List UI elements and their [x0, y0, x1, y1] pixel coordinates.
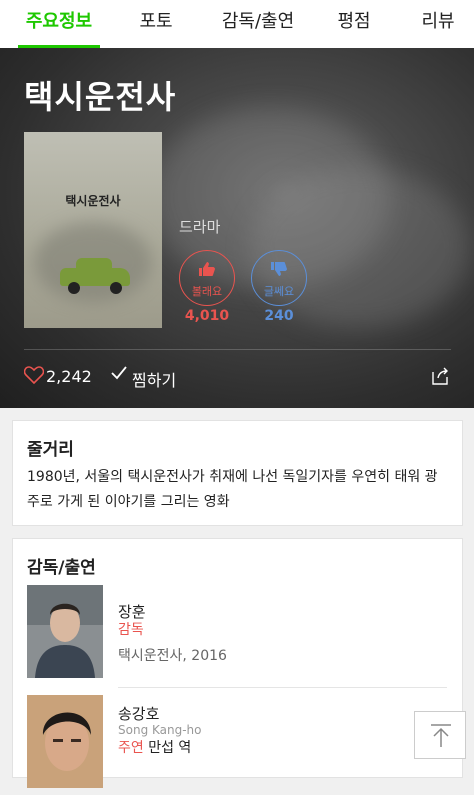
person-meta: 택시운전사, 2016	[118, 648, 227, 664]
director-photo	[27, 585, 103, 678]
scroll-to-top-button[interactable]	[414, 711, 466, 759]
person-role-name: 만섭 역	[148, 740, 192, 756]
movie-title: 택시운전사	[24, 78, 177, 116]
like-button[interactable]: 볼래요	[179, 250, 235, 306]
thumbs-up-icon	[180, 261, 234, 281]
person-role-type: 주연	[118, 740, 144, 756]
heart-count: 2,242	[46, 367, 92, 386]
cast-heading: 감독/출연	[27, 558, 96, 578]
dislike-label: 글쎄요	[263, 285, 295, 298]
tab-rating[interactable]: 평점	[330, 0, 378, 48]
dislike-button[interactable]: 글쎄요	[251, 250, 307, 306]
person-name: 송강호	[118, 705, 160, 723]
actor-photo	[27, 695, 103, 788]
cast-card: 감독/출연 장훈 감독 택시운전사, 2016 송강호 Song Kang-ho…	[12, 538, 463, 788]
taxi-wheel	[68, 282, 80, 294]
hero-divider	[24, 349, 451, 350]
person-role: 주연 만섭 역	[118, 737, 191, 757]
movie-hero: 택시운전사 택시운전사 드라마 볼래요 글쎄요 4,010 240 2,242 …	[0, 48, 474, 408]
person-name-en: Song Kang-ho	[118, 723, 202, 737]
wish-button[interactable]: 찜하기	[132, 367, 176, 391]
like-label: 볼래요	[191, 285, 223, 298]
person-item[interactable]: 장훈 감독 택시운전사, 2016	[27, 585, 447, 685]
tab-review[interactable]: 리뷰	[414, 0, 462, 48]
synopsis-text: 1980년, 서울의 택시운전사가 취재에 나선 독일기자를 우연히 태워 광주…	[27, 469, 438, 510]
person-item[interactable]: 송강호 Song Kang-ho 주연 만섭 역	[27, 695, 447, 795]
person-role: 감독	[118, 622, 144, 638]
movie-poster[interactable]: 택시운전사	[24, 132, 162, 328]
thumbs-down-icon	[252, 261, 306, 281]
tab-cast[interactable]: 감독/출연	[214, 0, 302, 48]
tab-photo[interactable]: 포토	[132, 0, 180, 48]
taxi-wheel	[110, 282, 122, 294]
share-icon[interactable]	[430, 366, 450, 386]
check-icon[interactable]	[110, 365, 128, 386]
tab-bar: 주요정보 포토 감독/출연 평점 리뷰	[0, 0, 474, 48]
poster-title: 택시운전사	[65, 194, 121, 208]
arrow-up-icon	[429, 723, 453, 753]
person-divider	[118, 687, 447, 688]
like-count: 4,010	[184, 308, 230, 324]
tab-main-info[interactable]: 주요정보	[18, 0, 100, 48]
heart-icon[interactable]	[23, 366, 45, 389]
dislike-count: 240	[264, 308, 294, 324]
synopsis-card: 줄거리 1980년, 서울의 택시운전사가 취재에 나선 독일기자를 우연히 태…	[12, 420, 463, 526]
genre: 드라마	[179, 218, 221, 236]
synopsis-heading: 줄거리	[27, 440, 74, 460]
